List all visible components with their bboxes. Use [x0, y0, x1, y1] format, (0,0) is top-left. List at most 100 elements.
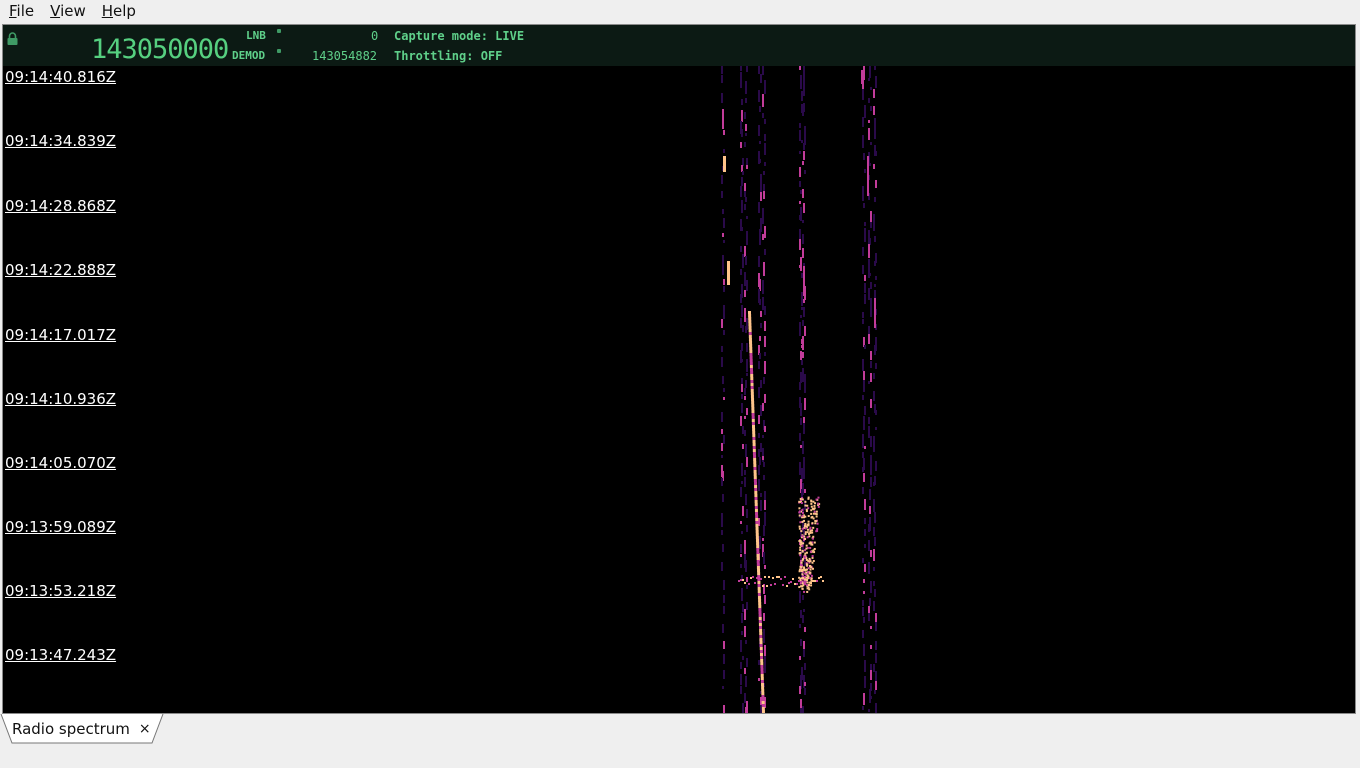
waterfall-display[interactable]: 09:14:40.816Z 09:14:34.839Z 09:14:28.868… [3, 66, 1355, 713]
signal-trace [863, 473, 865, 482]
signal-trace [740, 640, 742, 652]
signal-trace [862, 247, 864, 256]
signal-trace [801, 104, 803, 113]
burst-blob [799, 565, 802, 568]
signal-trace [745, 494, 747, 505]
main-frequency-display[interactable]: 143050000 [91, 34, 229, 65]
burst-blob [813, 507, 816, 510]
burst-blob [801, 520, 804, 523]
signal-trace [799, 433, 801, 441]
signal-trace [721, 191, 723, 198]
burst-streak [756, 577, 758, 579]
main-signal-trace [753, 464, 757, 467]
lnb-value[interactable]: 0 [371, 29, 378, 43]
signal-trace [864, 529, 866, 536]
burst-streak [788, 582, 790, 584]
main-signal-trace [749, 341, 753, 344]
main-signal-trace [752, 446, 756, 449]
signal-trace [868, 417, 870, 424]
signal-trace [869, 66, 871, 78]
signal-trace [875, 363, 877, 369]
timestamp-label: 09:13:53.218Z [5, 582, 117, 600]
main-signal-trace [751, 413, 755, 416]
signal-trace [740, 294, 742, 303]
main-signal-trace [754, 506, 758, 509]
burst-blob [817, 502, 820, 505]
burst-streak [752, 576, 754, 578]
burst-blob [816, 528, 819, 531]
signal-trace [722, 118, 724, 129]
burst-blob [810, 509, 813, 512]
menu-file[interactable]: File [0, 2, 41, 20]
signal-trace [799, 181, 801, 187]
burst-blob [811, 531, 814, 534]
timestamp-label: 09:14:10.936Z [5, 390, 117, 408]
tab-radio-spectrum[interactable]: Radio spectrum × [0, 714, 151, 743]
burst-blob [809, 528, 812, 531]
signal-trace [744, 142, 746, 147]
signal-trace [802, 336, 804, 350]
main-signal-trace [753, 476, 757, 479]
signal-trace [758, 415, 760, 424]
signal-trace [741, 359, 743, 362]
signal-trace [764, 361, 766, 374]
menu-help[interactable]: Help [93, 2, 143, 20]
signal-trace [744, 693, 746, 703]
demod-lock-icon[interactable] [277, 49, 281, 53]
signal-trace [760, 311, 762, 317]
signal-trace [721, 412, 723, 422]
close-icon[interactable]: × [139, 721, 151, 737]
signal-trace [742, 426, 744, 434]
signal-trace [803, 470, 805, 479]
signal-trace [870, 351, 872, 360]
signal-trace [764, 595, 766, 604]
signal-trace [762, 94, 764, 107]
main-signal-trace [761, 698, 765, 701]
menu-view[interactable]: View [41, 2, 93, 20]
signal-trace [802, 220, 804, 223]
main-signal-trace [761, 704, 765, 707]
signal-trace [723, 218, 725, 228]
signal-trace [759, 336, 761, 341]
demod-value[interactable]: 143054882 [312, 49, 377, 63]
main-signal-trace [748, 329, 752, 332]
lnb-lock-icon[interactable] [277, 29, 281, 33]
signal-trace [803, 151, 805, 160]
main-signal-trace [755, 536, 759, 539]
main-signal-trace [750, 374, 754, 377]
main-signal-trace [756, 548, 760, 551]
signal-trace [759, 159, 761, 163]
signal-trace [868, 613, 870, 621]
burst-streak [782, 584, 784, 586]
signal-trace [721, 443, 723, 451]
signal-trace [869, 506, 871, 514]
burst-blob [805, 544, 808, 547]
burst-blob [801, 535, 804, 538]
burst-streak [810, 582, 812, 584]
burst-blob [799, 510, 802, 513]
main-signal-trace [754, 488, 758, 491]
signal-trace [868, 265, 870, 278]
burst-blob [810, 577, 813, 580]
signal-trace [868, 540, 870, 551]
signal-trace [762, 297, 764, 310]
signal-trace [741, 227, 743, 231]
signal-trace [799, 265, 801, 268]
signal-trace [801, 292, 803, 306]
signal-trace [721, 357, 723, 367]
burst-streak [750, 577, 752, 579]
signal-trace [763, 552, 765, 564]
signal-trace [745, 197, 747, 202]
signal-trace [801, 91, 803, 101]
signal-trace [864, 301, 866, 304]
signal-trace [758, 433, 760, 438]
lock-icon[interactable] [7, 30, 18, 49]
main-signal-trace [759, 641, 763, 644]
burst-blob [813, 510, 816, 513]
signal-trace [864, 406, 866, 415]
signal-trace [873, 164, 875, 169]
burst-blob [810, 512, 813, 515]
burst-blob [801, 585, 804, 588]
signal-trace [873, 482, 875, 486]
signal-trace [760, 500, 762, 511]
